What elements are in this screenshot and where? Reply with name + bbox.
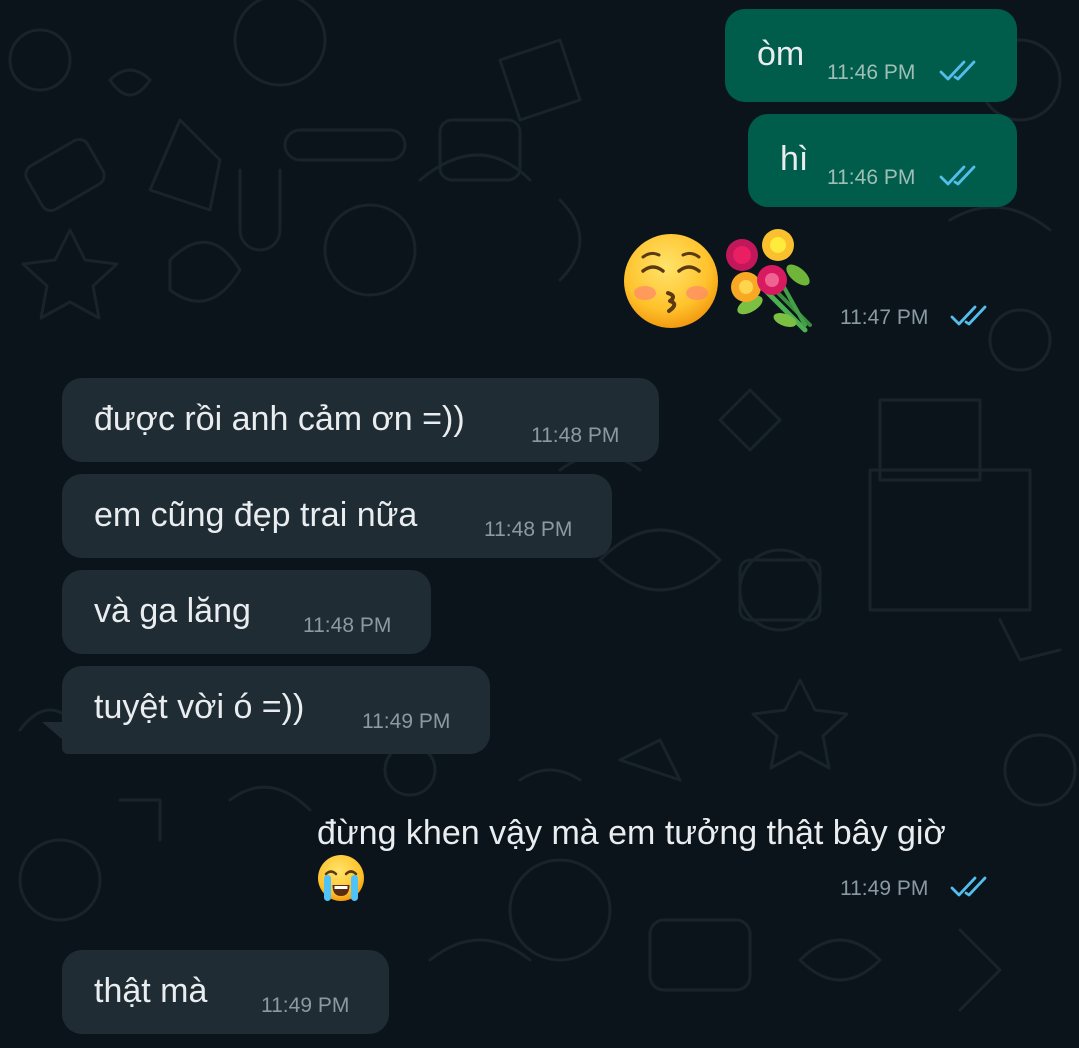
message-time: 11:48 PM: [484, 518, 573, 541]
message-time: 11:48 PM: [531, 424, 620, 447]
kissing-face-with-closed-eyes-icon: [624, 234, 718, 328]
read-receipt-icon: [939, 60, 976, 81]
message-time: 11:46 PM: [827, 61, 916, 84]
message-text: em cũng đẹp trai nữa: [94, 496, 418, 534]
message-time: 11:49 PM: [840, 877, 929, 900]
message-text: thật mà: [94, 972, 208, 1010]
message-text: đừng khen vậy mà em tưởng thật bây giờ: [317, 814, 946, 852]
message-time: 11:49 PM: [261, 994, 350, 1017]
message-time: 11:48 PM: [303, 614, 392, 637]
read-receipt-icon: [939, 165, 976, 186]
message-time: 11:49 PM: [362, 710, 451, 733]
message-emoji-outgoing[interactable]: 11:47 PM: [615, 225, 1015, 340]
message-bubble-outgoing[interactable]: òm 11:46 PM: [725, 9, 1017, 102]
message-text: tuyệt vời ó =)): [94, 688, 305, 726]
message-time: 11:46 PM: [827, 166, 916, 189]
message-text: òm: [757, 35, 805, 73]
message-time: 11:47 PM: [840, 306, 929, 329]
bouquet-icon: [726, 229, 812, 333]
message-text: được rồi anh cảm ơn =)): [94, 400, 465, 438]
message-bubble-incoming[interactable]: được rồi anh cảm ơn =)) 11:48 PM: [62, 378, 659, 462]
read-receipt-icon: [950, 876, 987, 897]
message-bubble-incoming[interactable]: và ga lăng 11:48 PM: [62, 570, 431, 654]
message-bubble-incoming[interactable]: em cũng đẹp trai nữa 11:48 PM: [62, 474, 612, 558]
message-text: hì: [780, 140, 809, 178]
message-bubble-incoming[interactable]: tuyệt vời ó =)) 11:49 PM: [62, 666, 490, 754]
read-receipt-icon: [950, 305, 987, 326]
message-text: và ga lăng: [94, 592, 251, 630]
message-bubble-incoming[interactable]: thật mà 11:49 PM: [62, 950, 389, 1034]
loudly-crying-face-icon: [318, 855, 364, 901]
message-bubble-outgoing[interactable]: hì 11:46 PM: [748, 114, 1017, 207]
message-outgoing[interactable]: đừng khen vậy mà em tưởng thật bây giờ 1…: [300, 800, 1015, 920]
